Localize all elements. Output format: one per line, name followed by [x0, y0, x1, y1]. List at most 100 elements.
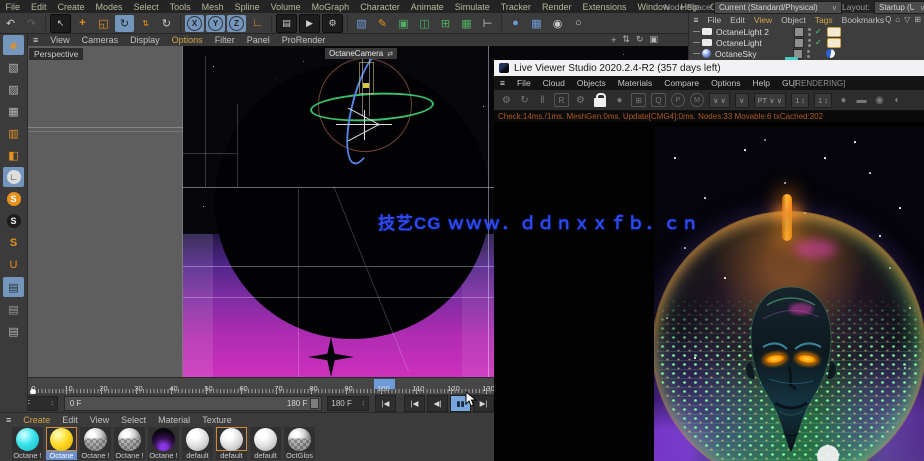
layer-checkbox[interactable] [794, 37, 804, 48]
material-item[interactable]: Octane [46, 427, 77, 460]
live-viewer-menu-item[interactable]: Options [705, 78, 746, 88]
stepper-icon[interactable]: ↕ [50, 400, 54, 407]
material-menu-item[interactable]: Select [115, 415, 152, 425]
search-icon[interactable]: Q [885, 15, 891, 24]
bounces-field[interactable]: 1 ↕ [814, 92, 832, 108]
material-menu-item[interactable]: Material [152, 415, 196, 425]
render-view-button[interactable]: ▤ [276, 13, 297, 33]
range-slider-handle[interactable] [310, 397, 320, 409]
menubar-item[interactable]: Spline [229, 2, 265, 12]
menubar-item[interactable]: Render [536, 2, 577, 12]
move-tool[interactable]: + [73, 15, 92, 32]
menubar-item[interactable]: File [0, 2, 26, 12]
add-sphere-button[interactable]: ● [506, 15, 525, 32]
samples-field[interactable]: 1 ↕ [791, 92, 810, 108]
cluster-button[interactable]: ▦ [457, 15, 476, 32]
octane-gear-icon[interactable]: ⚙ [498, 92, 515, 108]
material-menu-item[interactable]: View [84, 415, 115, 425]
layout-dropdown[interactable]: Startup (User) ∨ [874, 1, 924, 14]
mode-palette-button[interactable]: ▤ [3, 321, 24, 341]
timeline-ruler[interactable]: 0102030405060708090100110120130 [0, 377, 495, 395]
view-label[interactable]: Perspective [29, 48, 84, 60]
add-camera-button[interactable]: ◉ [548, 15, 567, 32]
menubar-item[interactable]: Extensions [577, 2, 632, 12]
viewport-menu-item[interactable]: ProRender [276, 35, 332, 45]
menubar-item[interactable]: Tracker [495, 2, 536, 12]
mode-palette-button[interactable]: ◈ [3, 35, 24, 55]
stepper-icon[interactable]: ↕ [801, 96, 805, 105]
pan-icon[interactable]: + [611, 35, 616, 45]
menubar-item[interactable]: Animate [405, 2, 449, 12]
hamburger-icon[interactable]: ≡ [689, 15, 703, 25]
menubar-item[interactable]: MoGraph [306, 2, 355, 12]
octane-light-tag-icon[interactable] [827, 26, 841, 37]
denoise-icon[interactable]: ● [835, 92, 852, 108]
object-manager-menu-item[interactable]: Edit [726, 15, 750, 25]
mode-palette-button[interactable]: S [3, 189, 24, 209]
end-frame-field[interactable]: 180 F ↕ [327, 395, 369, 411]
viewport-menu-item[interactable]: Display [124, 35, 166, 45]
quick-save-icon[interactable]: Q [651, 93, 666, 107]
rendered-image[interactable] [654, 127, 924, 461]
mode-palette-button[interactable]: ▤ [3, 277, 24, 297]
live-viewer-titlebar[interactable]: Live Viewer Studio 2020.2.4-R2 (357 days… [494, 60, 924, 76]
tonemap-icon[interactable]: ◐ [889, 92, 906, 108]
material-item[interactable]: default [216, 427, 247, 460]
add-icon[interactable]: ⊞ [914, 15, 921, 24]
orbit-icon[interactable]: ↻ [636, 34, 644, 45]
scale-tool[interactable]: ◱ [94, 15, 113, 32]
object-manager-menu-item[interactable]: File [703, 15, 726, 25]
lock-resolution-icon[interactable] [594, 92, 606, 107]
viewport-menu-item[interactable]: View [44, 35, 75, 45]
menubar-item[interactable]: Mesh [196, 2, 229, 12]
enable-check-icon[interactable]: ✓ [815, 27, 823, 36]
add-cube-button[interactable]: ▧ [352, 15, 371, 32]
kernel-dropdown[interactable]: PT ∨ ∨ [753, 92, 787, 108]
live-viewer-menu-item[interactable]: Objects [571, 78, 612, 88]
x-axis-lock-button[interactable]: X [185, 14, 204, 32]
coordinate-system-button[interactable]: ∟ [248, 15, 267, 32]
material-item[interactable]: Octane ! [12, 427, 43, 460]
pause-render-icon[interactable]: ‖ [534, 92, 551, 108]
y-axis-lock-button[interactable]: Y [206, 14, 225, 32]
visibility-dots[interactable] [808, 38, 811, 47]
enable-check-icon[interactable]: ✓ [815, 38, 823, 47]
add-floor-button[interactable]: ▦ [527, 15, 546, 32]
camera-dropdown[interactable]: ∨ ∨ [709, 92, 730, 108]
mode-palette-button[interactable]: ▧ [3, 57, 24, 77]
rotate-secondary-tool[interactable]: ↻ [157, 15, 176, 32]
subdivision-surface-button[interactable]: ▣ [394, 15, 413, 32]
material-item[interactable]: Octane ! [114, 427, 145, 460]
add-region-icon[interactable]: ⊞ [631, 93, 646, 107]
mode-palette-button[interactable]: ∟ [3, 167, 24, 187]
material-menu-item[interactable]: Edit [56, 415, 84, 425]
viewport-menu-item[interactable]: Panel [241, 35, 276, 45]
camera-icon[interactable]: ◉ [871, 92, 888, 108]
goto-start-button[interactable]: |◀ [375, 394, 396, 412]
material-item[interactable]: default [182, 427, 213, 460]
menubar-item[interactable]: Edit [26, 2, 53, 12]
object-manager-menu-item[interactable]: View [749, 15, 776, 25]
frame-range-slider[interactable]: 0 F 180 F [63, 395, 323, 411]
menubar-item[interactable]: Volume [265, 2, 306, 12]
hamburger-icon[interactable]: ≡ [0, 415, 17, 425]
undo-button[interactable]: ↶ [1, 15, 20, 32]
last-tool-psr[interactable]: ⇅ [136, 15, 155, 32]
render-to-picture-viewer-button[interactable]: ▶ [299, 13, 320, 33]
goto-prev-key-button[interactable]: |◀ [404, 394, 425, 412]
live-viewer-menu-item[interactable]: Materials [612, 78, 658, 88]
live-viewer-menu-item[interactable]: File [511, 78, 537, 88]
layer-checkbox[interactable] [794, 26, 804, 37]
home-icon[interactable]: ⌂ [895, 15, 900, 24]
rotate-tool[interactable]: ↻ [115, 14, 134, 32]
camera-object[interactable] [359, 62, 374, 94]
viewport-menu-item[interactable]: Filter [209, 35, 241, 45]
spline-helper-button[interactable]: ⊢ [478, 15, 497, 32]
visibility-dots[interactable] [807, 49, 810, 58]
maximize-view-icon[interactable]: ▣ [649, 34, 658, 45]
mode-palette-button[interactable]: ▨ [3, 79, 24, 99]
settings-gear-icon[interactable]: ⚙ [572, 92, 589, 108]
viewport-menu-item[interactable]: Options [166, 35, 209, 45]
mode-palette-button[interactable]: S [3, 233, 24, 253]
add-light-button[interactable]: ○ [569, 15, 588, 32]
